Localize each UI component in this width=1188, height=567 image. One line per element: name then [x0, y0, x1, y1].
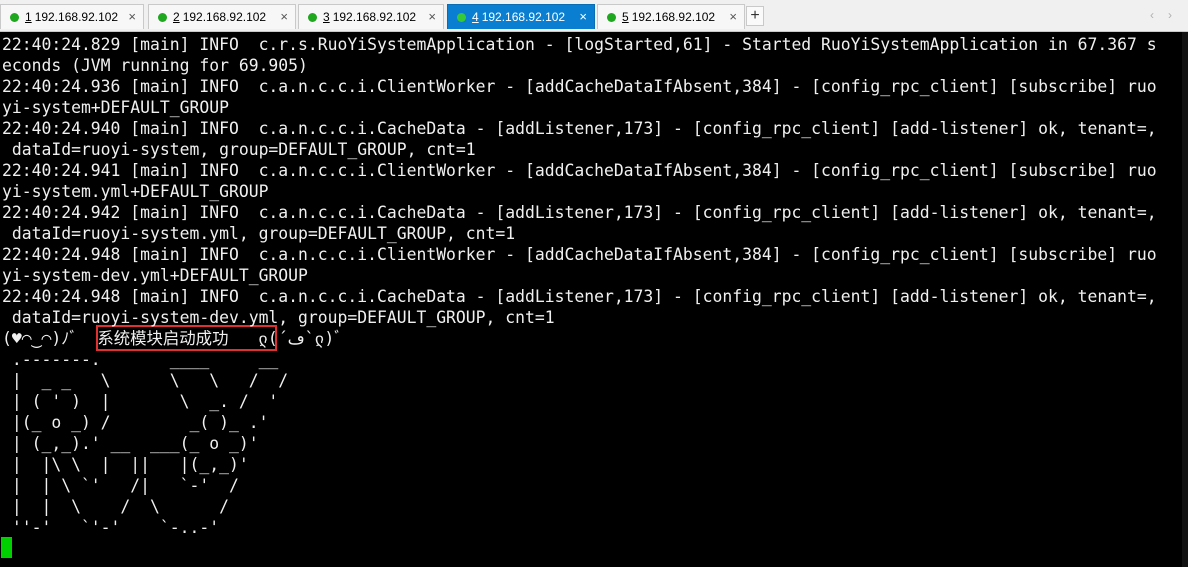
terminal-scrollbar[interactable]: [1182, 32, 1188, 567]
session-tab-bar: + ‹ › 1 192.168.92.102 × 2 192.168.92.102 × 3 1…: [0, 0, 1188, 32]
session-tab-2[interactable]: 2 192.168.92.102 ×: [148, 4, 296, 29]
terminal-console[interactable]: 22:40:24.829 [main] INFO c.r.s.RuoYiSyst…: [0, 32, 1188, 567]
console-line: yi-system.yml+DEFAULT_GROUP: [2, 182, 269, 201]
console-line: dataId=ruoyi-system.yml, group=DEFAULT_G…: [2, 224, 516, 243]
connection-status-icon: [308, 12, 317, 22]
console-line: 22:40:24.942 [main] INFO c.a.n.c.c.i.Cac…: [2, 203, 1157, 222]
connection-status-icon: [10, 12, 19, 22]
console-line: | _ _ \ \ \ / /: [2, 371, 289, 390]
tab-host-label: 192.168.92.102: [182, 10, 267, 24]
console-line: yi-system-dev.yml+DEFAULT_GROUP: [2, 266, 308, 285]
connection-status-icon: [158, 12, 167, 22]
console-line: dataId=ruoyi-system, group=DEFAULT_GROUP…: [2, 140, 476, 159]
console-line: 22:40:24.936 [main] INFO c.a.n.c.c.i.Cli…: [2, 77, 1157, 96]
terminal-cursor: [1, 537, 12, 558]
console-line: 22:40:24.829 [main] INFO c.r.s.RuoYiSyst…: [2, 35, 1157, 54]
console-line: | ( ' ) | \ _. / ': [2, 392, 279, 411]
console-line: dataId=ruoyi-system-dev.yml, group=DEFAU…: [2, 308, 555, 327]
startup-success-line: (♥◠‿◠)ﾉﾞ 系统模块启动成功 ლ(´ڡ`ლ)ﾞ: [2, 329, 343, 348]
close-tab-icon[interactable]: ×: [128, 9, 136, 24]
console-line: |(_ o _) / _( )_ .': [2, 413, 269, 432]
tab-scroll-right-icon[interactable]: ›: [1168, 8, 1172, 22]
tab-host-label: 192.168.92.102: [332, 10, 417, 24]
console-line: 22:40:24.941 [main] INFO c.a.n.c.c.i.Cli…: [2, 161, 1157, 180]
connection-status-icon: [607, 12, 616, 22]
console-line: | (_,_).' __ ___(_ o _)': [2, 434, 259, 453]
console-line: .-------. ____ __: [2, 350, 279, 369]
tab-host-label: 192.168.92.102: [631, 10, 716, 24]
console-line: | | \ `' /| `-' /: [2, 476, 239, 495]
tab-host-label: 192.168.92.102: [34, 10, 119, 24]
close-tab-icon[interactable]: ×: [428, 9, 436, 24]
console-line: yi-system+DEFAULT_GROUP: [2, 98, 229, 117]
close-tab-icon[interactable]: ×: [579, 9, 587, 24]
tab-number: 5: [622, 10, 629, 24]
console-line: | |\ \ | || |(_,_)': [2, 455, 249, 474]
session-tab-1[interactable]: 1 192.168.92.102 ×: [0, 4, 144, 29]
session-tab-4[interactable]: 4 192.168.92.102 ×: [447, 4, 595, 29]
console-line: | | \ / \ /: [2, 497, 229, 516]
connection-status-icon: [457, 12, 466, 22]
console-line: econds (JVM running for 69.905): [2, 56, 308, 75]
tab-scroll-left-icon[interactable]: ‹: [1150, 8, 1154, 22]
new-tab-button[interactable]: +: [746, 6, 764, 26]
session-tab-5[interactable]: 5 192.168.92.102 ×: [597, 4, 745, 29]
console-line: ''-' `'-' `-..-': [2, 518, 220, 537]
console-line: 22:40:24.940 [main] INFO c.a.n.c.c.i.Cac…: [2, 119, 1157, 138]
session-tab-3[interactable]: 3 192.168.92.102 ×: [298, 4, 444, 29]
close-tab-icon[interactable]: ×: [280, 9, 288, 24]
tab-number: 2: [173, 10, 180, 24]
console-line: 22:40:24.948 [main] INFO c.a.n.c.c.i.Cac…: [2, 287, 1157, 306]
tab-number: 4: [472, 10, 479, 24]
console-line: 22:40:24.948 [main] INFO c.a.n.c.c.i.Cli…: [2, 245, 1157, 264]
tab-number: 1: [25, 10, 32, 24]
tab-host-label: 192.168.92.102: [481, 10, 566, 24]
tab-number: 3: [323, 10, 330, 24]
close-tab-icon[interactable]: ×: [729, 9, 737, 24]
